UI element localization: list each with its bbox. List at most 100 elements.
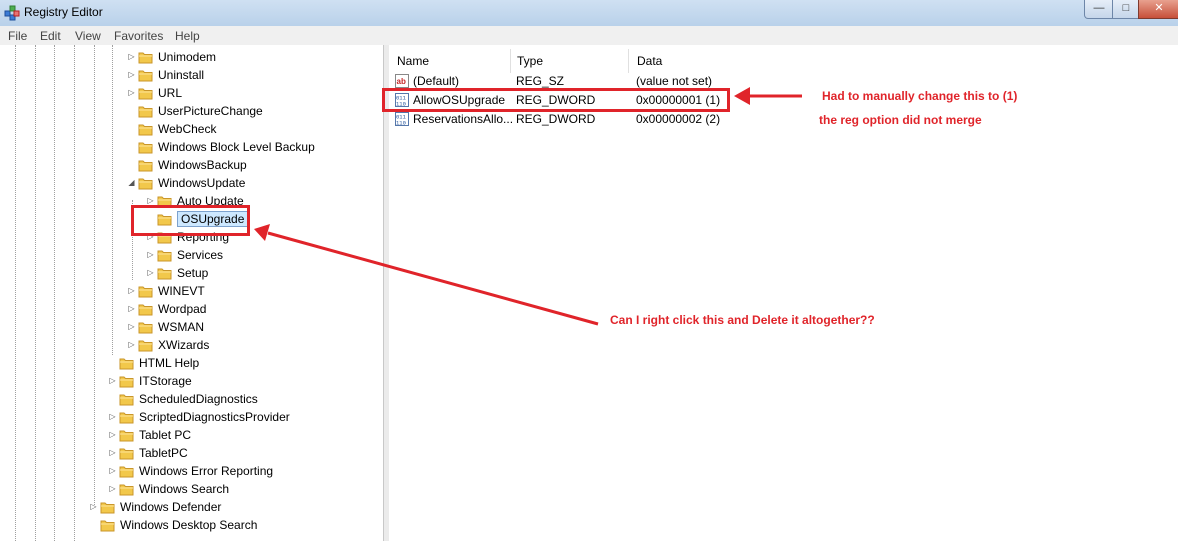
tree-expander-icon[interactable]: ▷ [127,340,136,349]
folder-icon [119,374,134,388]
folder-icon [138,176,153,190]
tree-expander-icon[interactable]: ▷ [146,250,155,259]
value-row-reservations[interactable]: 011 110 ReservationsAllo... REG_DWORD 0x… [389,110,1178,129]
tree-item-label: Windows Block Level Backup [158,140,315,154]
tree-item[interactable]: ▷ Wordpad [127,300,383,318]
tree-expander-icon[interactable]: ▷ [108,448,117,457]
folder-icon [138,320,153,334]
column-header-name[interactable]: Name [389,49,511,73]
tree-item-label: XWizards [158,338,210,352]
tree-expander-icon[interactable]: ▷ [108,466,117,475]
title-bar: Registry Editor — □ ✕ [0,0,1178,27]
tree-item[interactable]: ▷ Services [146,246,383,264]
tree-item-label: WINEVT [158,284,205,298]
maximize-button[interactable]: □ [1112,0,1140,19]
tree-item[interactable]: ▷ XWizards [127,336,383,354]
value-name: ReservationsAllo... [413,112,514,126]
column-header-type[interactable]: Type [509,49,629,73]
tree-item[interactable]: ▷ Uninstall [127,66,383,84]
tree-expander-icon[interactable]: ▷ [146,268,155,277]
tree-expander-icon[interactable]: ◢ [127,178,136,187]
tree-item[interactable]: ▷ ScriptedDiagnosticsProvider [108,408,383,426]
tree-item[interactable]: ▷ WINEVT [127,282,383,300]
string-value-icon: ab [395,74,409,88]
folder-icon [138,104,153,118]
tree-expander-icon[interactable]: ▷ [146,196,155,205]
tree-item-label: Unimodem [158,50,217,64]
tree-expander-icon[interactable]: ▷ [89,502,98,511]
tree-expander-icon[interactable]: ▷ [108,430,117,439]
tree-item[interactable]: ▷ Unimodem [127,48,383,66]
tree-item[interactable]: ▷ Tablet PC [108,426,383,444]
value-type: REG_DWORD [516,112,596,126]
tree-item[interactable]: ScheduledDiagnostics [108,390,383,408]
tree-item-label: Services [177,248,224,262]
folder-icon [100,500,115,514]
tree-item-label: ITStorage [139,374,192,388]
registry-values-list[interactable]: Name Type Data ab (Default) REG_SZ (valu… [389,45,1178,541]
tree-expander-icon[interactable]: ▷ [127,70,136,79]
menu-file[interactable]: File [8,29,27,43]
maximize-icon: □ [1122,2,1130,14]
tree-item-label: TabletPC [139,446,188,460]
tree-guide-line [35,45,36,541]
tree-item[interactable]: Windows Block Level Backup [127,138,383,156]
tree-expander-icon[interactable]: ▷ [108,412,117,421]
tree-item[interactable]: WebCheck [127,120,383,138]
tree-item-label: Windows Desktop Search [120,518,258,532]
folder-icon [100,518,115,532]
tree-item[interactable]: ▷ Windows Defender [89,498,383,516]
tree-expander-icon[interactable]: ▷ [127,322,136,331]
svg-text:ab: ab [397,77,406,86]
registry-key-tree[interactable]: ▷ Unimodem ▷ Uninstall ▷ URL UserPictureChange… [0,45,384,541]
value-data: 0x00000002 (2) [636,112,721,126]
svg-text:110: 110 [396,120,406,127]
tree-item[interactable]: ▷ ITStorage [108,372,383,390]
tree-item-label: WSMAN [158,320,204,334]
menu-favorites[interactable]: Favorites [114,29,163,43]
tree-item[interactable]: ▷ WSMAN [127,318,383,336]
tree-item[interactable]: ▷ Setup [146,264,383,282]
tree-expander-icon[interactable]: ▷ [108,484,117,493]
tree-item[interactable]: ▷ TabletPC [108,444,383,462]
tree-item[interactable]: WindowsBackup [127,156,383,174]
menu-help[interactable]: Help [175,29,200,43]
folder-icon [138,50,153,64]
tree-expander-icon[interactable]: ▷ [127,286,136,295]
close-icon: ✕ [1154,2,1164,14]
minimize-button[interactable]: — [1084,0,1114,19]
tree-item[interactable]: HTML Help [108,354,383,372]
tree-guide-line [54,45,55,541]
tree-guide-line [94,45,95,505]
tree-item-label: Windows Defender [120,500,222,514]
tree-item[interactable]: ▷ URL [127,84,383,102]
tree-expander-icon[interactable]: ▷ [108,376,117,385]
tree-item[interactable]: Windows Desktop Search [89,516,383,534]
tree-item[interactable]: ▷ Windows Search [108,480,383,498]
tree-item[interactable]: ◢ WindowsUpdate [127,174,383,192]
folder-icon [138,122,153,136]
tree-item-label: Wordpad [158,302,207,316]
folder-icon [138,140,153,154]
value-name: (Default) [413,74,460,88]
tree-item[interactable]: UserPictureChange [127,102,383,120]
column-header-data[interactable]: Data [629,49,1178,73]
menu-view[interactable]: View [75,29,101,43]
folder-icon [157,266,172,280]
value-type: REG_SZ [516,74,565,88]
annotation-note-not-merged: the reg option did not merge [819,113,982,127]
tree-item[interactable]: ▷ Windows Error Reporting [108,462,383,480]
close-button[interactable]: ✕ [1138,0,1178,19]
tree-expander-icon[interactable]: ▷ [127,52,136,61]
tree-item-label: HTML Help [139,356,200,370]
tree-expander-icon[interactable]: ▷ [127,88,136,97]
folder-icon [138,68,153,82]
minimize-icon: — [1093,2,1105,14]
menu-edit[interactable]: Edit [40,29,61,43]
menu-bar: File Edit View Favorites Help [0,26,1178,46]
tree-expander-icon[interactable]: ▷ [127,304,136,313]
